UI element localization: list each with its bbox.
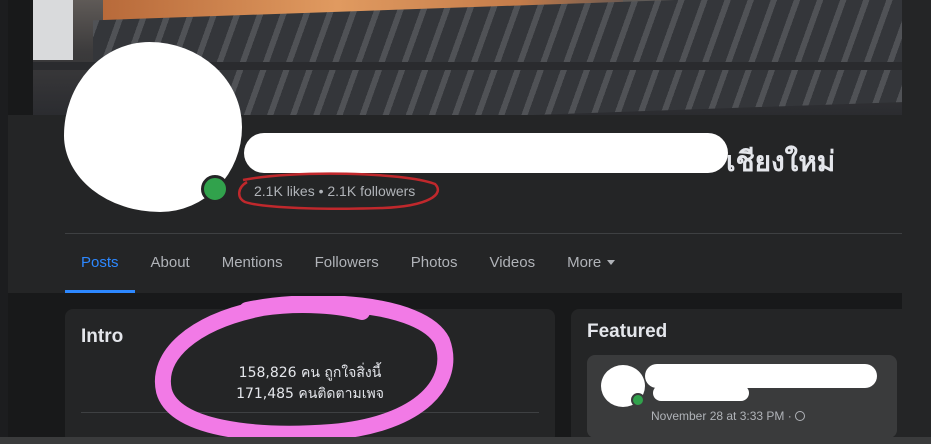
red-annotation-circle — [238, 172, 440, 210]
tab-more-label: More — [567, 254, 602, 271]
tab-mentions[interactable]: Mentions — [206, 234, 299, 292]
pink-annotation-circle — [154, 296, 454, 441]
window-left-edge — [0, 0, 8, 444]
featured-name-redaction-2 — [653, 385, 749, 401]
page-name-redaction — [244, 133, 728, 173]
featured-post-date-text: November 28 at 3:33 PM · — [651, 409, 792, 423]
featured-title: Featured — [587, 321, 668, 342]
tab-followers[interactable]: Followers — [299, 234, 395, 292]
profile-tabs: Posts About Mentions Followers Photos Vi… — [65, 234, 631, 293]
tab-photos[interactable]: Photos — [395, 234, 474, 292]
intro-title: Intro — [81, 326, 124, 347]
caret-down-icon — [607, 260, 616, 265]
tab-videos[interactable]: Videos — [473, 234, 551, 292]
featured-card: Featured November 28 at 3:33 PM · — [571, 309, 902, 444]
window-bottom-edge — [0, 437, 931, 444]
tab-more[interactable]: More — [551, 234, 631, 292]
tab-posts[interactable]: Posts — [65, 234, 135, 293]
globe-icon — [794, 411, 805, 421]
featured-post-date[interactable]: November 28 at 3:33 PM · — [651, 409, 805, 423]
featured-post[interactable]: November 28 at 3:33 PM · — [587, 355, 897, 438]
online-status-dot — [201, 175, 229, 203]
tab-about[interactable]: About — [135, 234, 206, 292]
window-right-edge — [902, 0, 931, 444]
page-name: เชียงใหม่ — [726, 145, 836, 178]
featured-online-dot — [631, 393, 645, 407]
